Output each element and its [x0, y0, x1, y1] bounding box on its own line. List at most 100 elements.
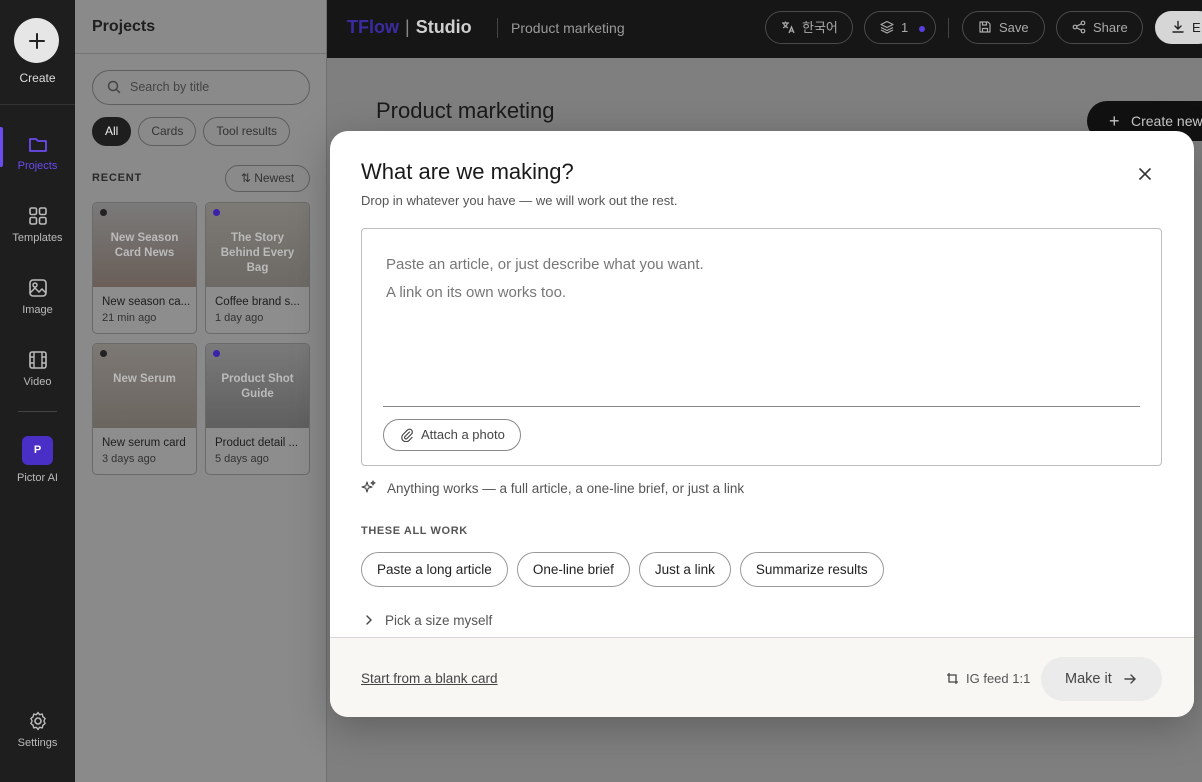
- brand-logo: TFlow: [347, 17, 399, 37]
- topbar-divider: [948, 18, 949, 38]
- placeholder-line-1: Paste an article, or just describe what …: [386, 256, 704, 273]
- size-label: IG feed 1:1: [966, 671, 1031, 686]
- layers-dot: [918, 25, 925, 32]
- filter-chips: All Cards Tool results: [92, 117, 291, 146]
- rail-item-label: Settings: [17, 737, 58, 749]
- suggestion-just-a-link[interactable]: Just a link: [638, 552, 731, 587]
- search-placeholder: Search by title: [130, 80, 210, 94]
- card-time: 3 days ago: [102, 453, 156, 465]
- create-new-label: Create new: [1131, 113, 1202, 129]
- card-thumbnail: New Season Card News: [93, 203, 196, 287]
- status-dot: [213, 350, 220, 357]
- project-card[interactable]: New Season Card News New season ca... 21…: [92, 202, 197, 334]
- crop-icon: [947, 673, 958, 684]
- rail-item-label: Templates: [12, 232, 63, 244]
- rail-item-image[interactable]: Image: [0, 277, 75, 316]
- modal-subtitle: Drop in whatever you have — we will work…: [361, 193, 678, 208]
- hint-label: Anything works — a full article, a one-l…: [387, 481, 745, 496]
- recent-label: RECENT: [92, 172, 143, 184]
- project-card[interactable]: New Serum New serum card 3 days ago: [92, 343, 197, 475]
- panel-title: Projects: [75, 0, 326, 54]
- make-label: Make it: [1065, 671, 1112, 687]
- thumb-title: The Story Behind Every Bag: [220, 232, 295, 274]
- search-input[interactable]: Search by title: [92, 70, 310, 105]
- rail-item-pictor-ai[interactable]: P Pictor AI: [0, 436, 75, 484]
- modal-footer: Start from a blank card IG feed 1:1 Make…: [330, 637, 1194, 717]
- gear-icon: [29, 711, 46, 731]
- folder-icon: [28, 138, 47, 152]
- save-button[interactable]: Save: [962, 11, 1045, 44]
- status-dot: [100, 350, 107, 357]
- rail-item-label: Projects: [17, 160, 58, 172]
- suggestion-paste-article[interactable]: Paste a long article: [361, 552, 508, 587]
- page-title: Product marketing: [376, 98, 555, 123]
- plus-icon: [28, 32, 45, 49]
- brand-studio: Studio: [415, 17, 472, 37]
- rail-item-video[interactable]: Video: [0, 349, 75, 388]
- pick-size-toggle[interactable]: Pick a size myself: [363, 613, 492, 628]
- hint-text: Anything works — a full article, a one-l…: [361, 480, 745, 496]
- card-time: 1 day ago: [215, 312, 264, 324]
- project-card[interactable]: The Story Behind Every Bag Coffee brand …: [205, 202, 310, 334]
- arrow-right-icon: [1124, 674, 1136, 684]
- filter-cards[interactable]: Cards: [138, 117, 197, 146]
- left-rail: Create Projects Templates Image Video P …: [0, 0, 75, 782]
- export-label: E: [1192, 20, 1201, 35]
- brief-textarea[interactable]: Paste an article, or just describe what …: [361, 228, 1162, 466]
- paperclip-icon: [401, 428, 413, 442]
- language-button[interactable]: 한국어: [765, 11, 853, 44]
- brand: TFlow | Studio: [347, 17, 472, 38]
- filter-tool-results[interactable]: Tool results: [203, 117, 291, 146]
- rail-item-label: Pictor AI: [17, 472, 58, 484]
- projects-panel: Projects Search by title All Cards Tool …: [75, 0, 327, 782]
- topbar-divider: [497, 18, 498, 38]
- film-icon: [28, 351, 47, 369]
- top-bar: TFlow | Studio Product marketing 한국어 1 Sav…: [327, 0, 1202, 58]
- status-dot: [213, 209, 220, 216]
- download-icon: [1172, 20, 1184, 33]
- card-name: New serum card: [102, 437, 186, 449]
- make-it-button[interactable]: Make it: [1041, 657, 1162, 701]
- size-selector[interactable]: IG feed 1:1: [946, 671, 1030, 686]
- modal-title: What are we making?: [361, 159, 574, 184]
- search-icon: [107, 80, 121, 94]
- share-button[interactable]: Share: [1056, 11, 1143, 44]
- language-label: 한국어: [802, 20, 838, 35]
- pick-size-label: Pick a size myself: [385, 613, 493, 628]
- layers-button[interactable]: 1: [864, 11, 936, 44]
- share-label: Share: [1093, 20, 1128, 35]
- sort-label: Newest: [254, 171, 295, 185]
- rail-item-label: Image: [22, 304, 53, 316]
- layers-icon: [880, 20, 894, 34]
- share-icon: [1072, 20, 1086, 34]
- card-time: 21 min ago: [102, 312, 157, 324]
- attach-photo-button[interactable]: Attach a photo: [383, 419, 521, 451]
- rail-item-label: Video: [23, 376, 52, 388]
- sort-button[interactable]: ⇅ Newest: [225, 165, 310, 192]
- rail-item-projects[interactable]: Projects: [0, 127, 75, 172]
- rail-item-templates[interactable]: Templates: [0, 205, 75, 244]
- placeholder-line-2: A link on its own works too.: [386, 284, 567, 301]
- close-icon[interactable]: [1136, 165, 1154, 183]
- card-name: New season ca...: [102, 296, 191, 308]
- thumb-title: New Season Card News: [110, 232, 179, 259]
- thumb-title: Product Shot Guide: [221, 373, 294, 400]
- chevron-right-icon: [366, 615, 372, 625]
- project-card[interactable]: Product Shot Guide Product detail ... 5 …: [205, 343, 310, 475]
- card-time: 5 days ago: [215, 453, 269, 465]
- suggestion-summarize-results[interactable]: Summarize results: [739, 552, 884, 587]
- rail-item-settings[interactable]: Settings: [0, 710, 75, 749]
- card-name: Product detail ...: [215, 437, 299, 449]
- grid-icon: [28, 207, 47, 225]
- attach-label: Attach a photo: [421, 427, 505, 442]
- export-button[interactable]: E: [1155, 11, 1202, 44]
- blank-card-link[interactable]: Start from a blank card: [361, 671, 498, 686]
- card-name: Coffee brand s...: [215, 296, 300, 308]
- card-thumbnail: Product Shot Guide: [206, 344, 309, 428]
- create-button[interactable]: [14, 18, 59, 63]
- thumb-title: New Serum: [113, 373, 176, 385]
- pictor-badge: P: [22, 436, 53, 465]
- image-icon: [28, 279, 47, 297]
- filter-all[interactable]: All: [92, 117, 132, 146]
- suggestion-one-line-brief[interactable]: One-line brief: [516, 552, 630, 587]
